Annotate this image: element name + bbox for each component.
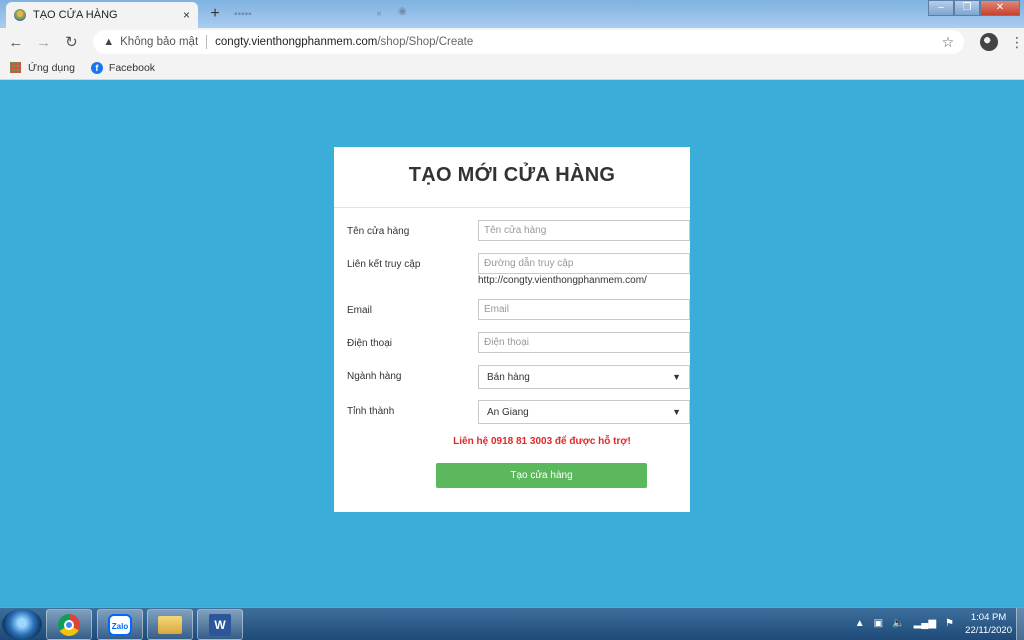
windows-taskbar: Zalo W ▲ ▣ 🔈 ▂▄▆ ⚑ 1:04 PM 22/11/2020 (0, 607, 1024, 640)
url-host: congty.vienthongphanmem.com (215, 36, 378, 48)
browser-toolbar: ← → ↻ ▲ Không bảo mật congty.vienthongph… (0, 28, 1024, 56)
action-center-flag-icon[interactable]: ⚑ (945, 618, 954, 629)
taskbar-word[interactable]: W (197, 609, 243, 640)
address-separator (206, 35, 208, 49)
minimize-button[interactable]: – (928, 0, 954, 16)
back-arrow-icon[interactable]: ← (4, 34, 28, 51)
word-icon: W (209, 613, 231, 636)
access-link-hint: http://congty.vienthongphanmem.com/ (478, 275, 647, 286)
page-title: TẠO MỚI CỬA HÀNG (408, 164, 616, 186)
chrome-icon (58, 613, 80, 636)
email-field[interactable]: Email (478, 299, 690, 320)
phone-label: Điện thoại (347, 338, 393, 349)
taskbar-chrome[interactable] (46, 609, 92, 640)
bookmark-apps[interactable]: Ứng dụng (10, 62, 75, 74)
new-tab-button[interactable]: + (205, 5, 225, 23)
reload-icon[interactable]: ↻ (60, 33, 84, 51)
store-name-input[interactable]: Tên cửa hàng (478, 220, 690, 241)
tab-close-icon[interactable]: × (183, 8, 190, 22)
volume-icon[interactable]: 🔈 (892, 618, 904, 629)
device-icon[interactable]: ▣ (874, 618, 883, 629)
warning-triangle-icon: ▲ (103, 36, 115, 48)
chevron-down-icon: ▼ (672, 372, 681, 382)
show-hidden-icons-icon[interactable]: ▲ (855, 618, 865, 629)
clock-time: 1:04 PM (970, 612, 1007, 623)
bookmark-star-icon[interactable]: ☆ (942, 34, 955, 51)
apps-grid-icon (10, 62, 21, 73)
industry-label: Ngành hàng (347, 371, 402, 382)
restore-button[interactable]: ❐ (954, 0, 980, 16)
tab-title: TẠO CỬA HÀNG (33, 9, 118, 21)
clock-date: 22/11/2020 (965, 625, 1012, 636)
access-link-label: Liên kết truy cập (347, 259, 421, 270)
bookmark-facebook[interactable]: f Facebook (90, 61, 156, 74)
industry-selected-value: Bán hàng (487, 371, 530, 383)
taskbar-clock[interactable]: 1:04 PM 22/11/2020 (965, 611, 1012, 637)
province-label: Tỉnh thành (347, 406, 395, 417)
bookmark-facebook-label: Facebook (108, 61, 156, 74)
province-select[interactable]: An Giang ▼ (478, 400, 690, 424)
support-contact-text: Liên hệ 0918 81 3003 để được hỗ trợ! (453, 436, 631, 447)
create-store-button[interactable]: Tạo cửa hàng (436, 463, 647, 488)
network-signal-icon[interactable]: ▂▄▆ (914, 618, 936, 629)
system-tray: ▲ ▣ 🔈 ▂▄▆ ⚑ (855, 618, 954, 629)
profile-avatar[interactable] (980, 33, 999, 51)
province-selected-value: An Giang (487, 406, 529, 418)
chevron-down-icon: ▼ (672, 407, 681, 417)
url-path: /shop/Shop/Create (377, 36, 474, 48)
blurred-tab[interactable]: ▪▪▪▪▪ × (228, 6, 388, 22)
bookmarks-bar: Ứng dụng f Facebook (0, 56, 1024, 80)
window-close-button[interactable]: ✕ (980, 0, 1020, 16)
window-controls: – ❐ ✕ (928, 0, 1020, 16)
phone-field[interactable]: Điện thoại (478, 332, 690, 353)
taskbar-file-explorer[interactable] (147, 609, 193, 640)
facebook-icon: f (90, 61, 103, 74)
browser-titlebar: TẠO CỬA HÀNG × + ▪▪▪▪▪ × ◉ – ❐ ✕ (0, 0, 1024, 28)
menu-kebab-icon[interactable]: ⋮ (1010, 34, 1024, 51)
store-name-label: Tên cửa hàng (347, 226, 410, 237)
address-bar[interactable]: ▲ Không bảo mật congty.vienthongphanmem.… (93, 30, 965, 54)
access-link-input[interactable]: Đường dẫn truy cập (478, 253, 690, 274)
create-store-card: TẠO MỚI CỬA HÀNG Tên cửa hàng Tên cửa hà… (334, 147, 690, 512)
start-button[interactable] (2, 609, 42, 640)
site-favicon-icon (14, 9, 26, 21)
security-label: Không bảo mật (120, 36, 199, 48)
show-desktop-button[interactable] (1016, 608, 1024, 640)
email-label: Email (347, 305, 373, 316)
industry-select[interactable]: Bán hàng ▼ (478, 365, 690, 389)
zalo-icon: Zalo (108, 613, 132, 636)
blurred-tab-icon[interactable]: ◉ (398, 6, 418, 22)
folder-icon (158, 615, 182, 634)
taskbar-zalo[interactable]: Zalo (97, 609, 143, 640)
forward-arrow-icon[interactable]: → (32, 34, 56, 51)
title-divider (334, 207, 690, 208)
tab-active[interactable]: TẠO CỬA HÀNG × (6, 2, 198, 28)
bookmark-apps-label: Ứng dụng (28, 61, 75, 74)
